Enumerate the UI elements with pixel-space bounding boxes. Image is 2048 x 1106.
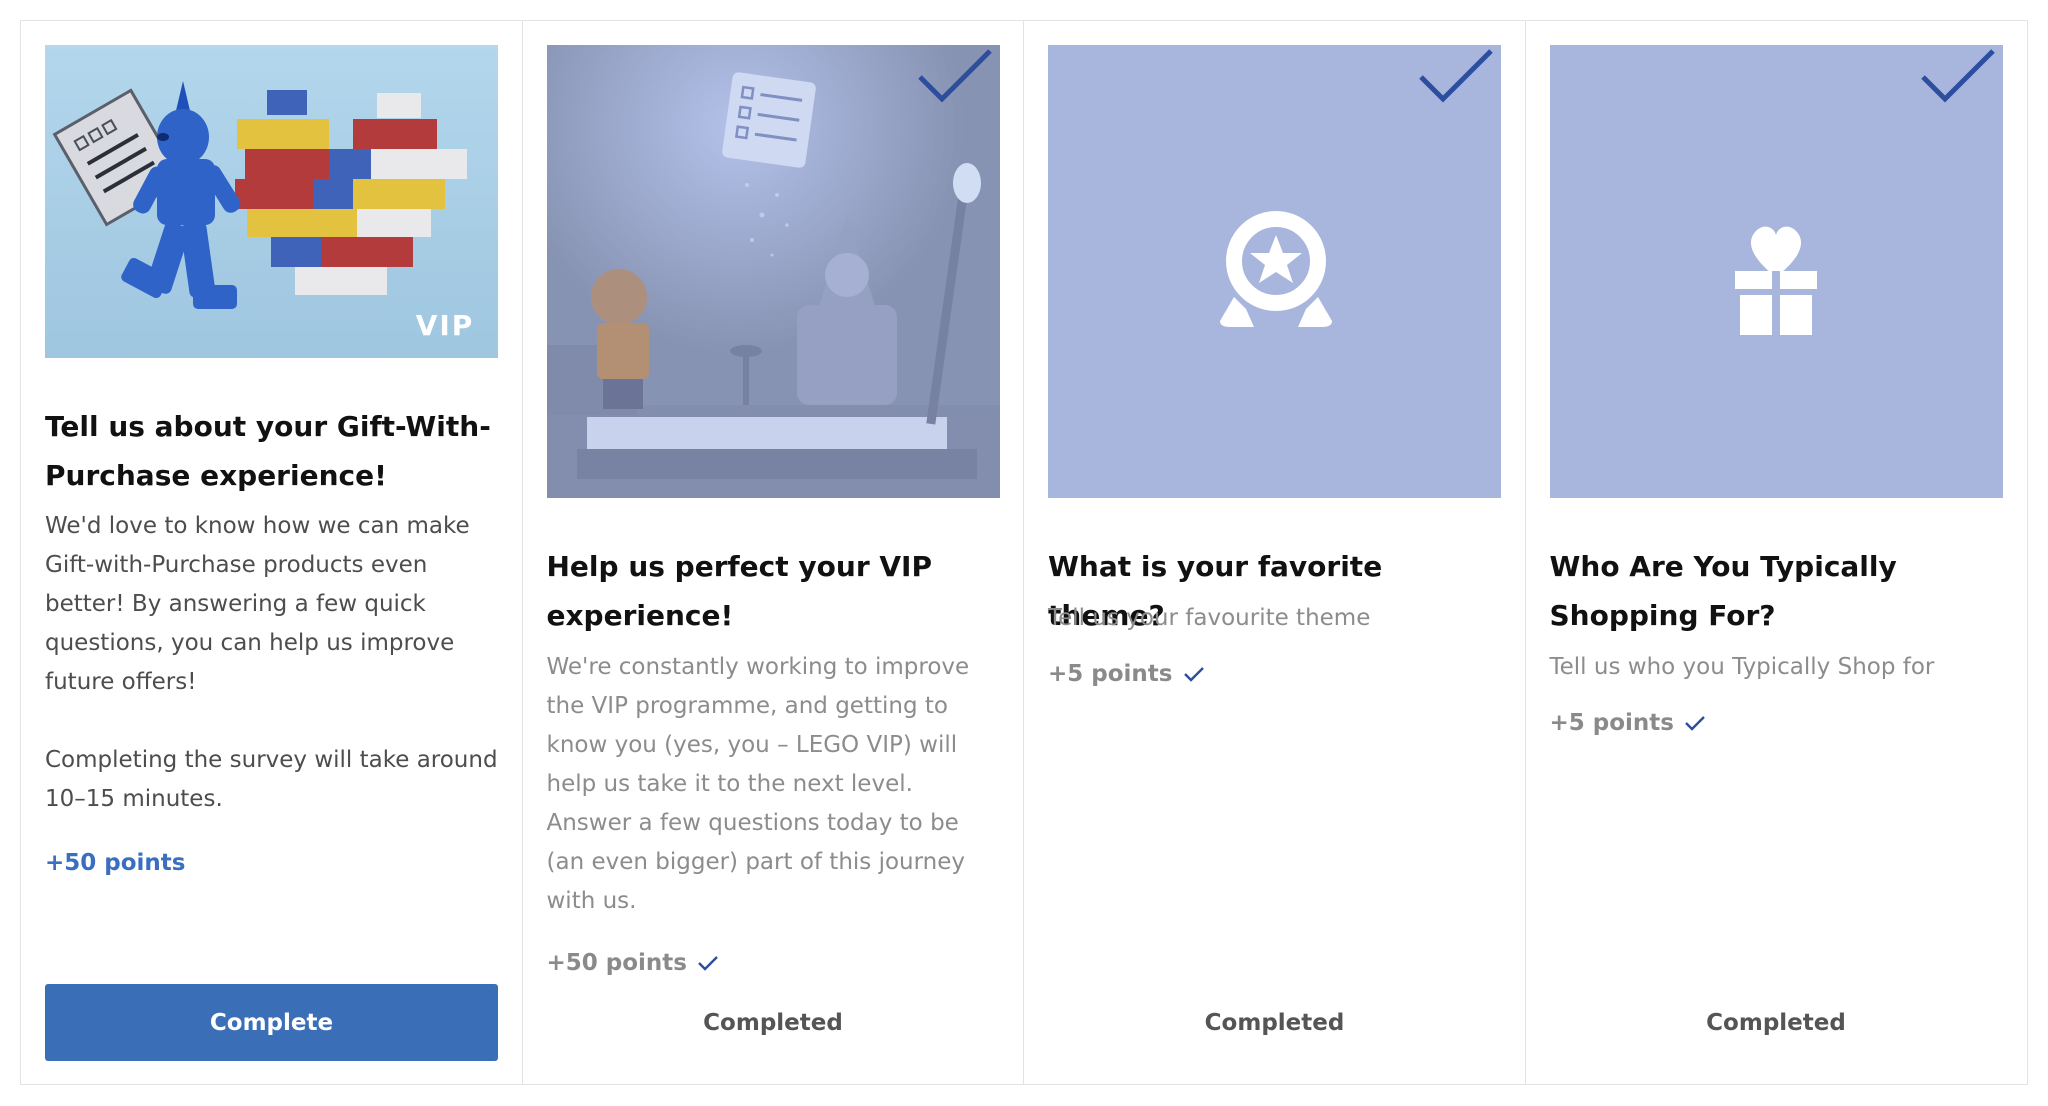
complete-button[interactable]: Complete [45,984,498,1061]
checkmark-icon [917,49,992,103]
points-value: +5 points [1048,661,1205,687]
checkmark-icon [1419,49,1493,103]
card-title: Help us perfect your VIP experience! [546,550,933,632]
survey-card-vip-experience: Help us perfect your VIP experience! We'… [523,21,1024,1084]
points-check-icon [1685,716,1705,731]
vip-experience-illustration [546,45,1000,498]
award-star-icon [1220,211,1332,327]
card-title: Tell us about your Gift-With-Purchase ex… [45,410,491,492]
survey-card-shopping-for: Who Are You Typically Shopping For? Tell… [1526,21,2028,1084]
points-value: +5 points [1550,710,1707,736]
card-description: Tell us your favourite theme [1048,605,1371,631]
favorite-theme-tile [1048,45,1501,498]
gift-heart-icon [1734,226,1817,335]
points-check-icon [1183,667,1204,682]
completed-status: Completed [1204,1009,1345,1036]
points-check-icon [698,956,718,971]
completed-status: Completed [703,1009,843,1036]
rewards-card-grid: VIP Tell us about your Gift-With-Purchas… [20,20,2028,1085]
gift-with-purchase-illustration: VIP [45,45,498,358]
shopping-for-tile [1549,45,2003,498]
completed-status: Completed [1706,1009,1846,1036]
card-description: We'd love to know how we can make Gift-w… [45,513,498,812]
svg-text:VIP: VIP [416,309,475,342]
card-description: We're constantly working to improve the … [546,654,970,914]
card-description: Tell us who you Typically Shop for [1549,654,1935,680]
heart-bricks-figure-image: VIP [45,45,498,358]
checkmark-icon [1920,49,1995,103]
points-value: +50 points [45,850,186,876]
survey-card-favorite-theme: What is your favorite theme? Tell us you… [1024,21,1526,1084]
card-title: Who Are You Typically Shopping For? [1549,550,1897,632]
points-value: +50 points [547,950,720,976]
survey-card-gift-with-purchase: VIP Tell us about your Gift-With-Purchas… [21,21,523,1084]
wizard-scene-image [546,45,1000,498]
